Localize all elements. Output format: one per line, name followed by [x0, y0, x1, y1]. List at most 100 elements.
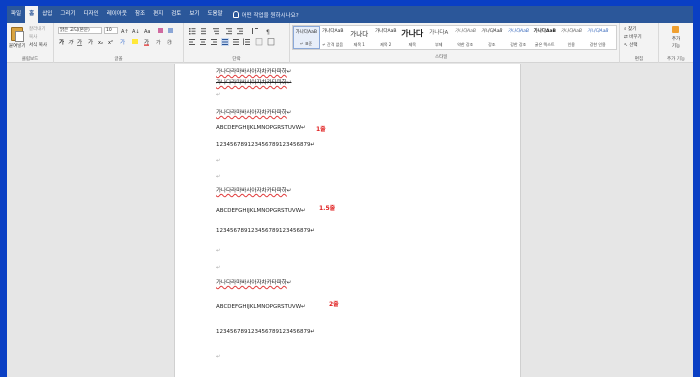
- doc-line-ko-2: 가나다라마바사아자차카타파하↵: [216, 280, 292, 286]
- select-button[interactable]: ↖ 선택: [624, 42, 637, 48]
- grow-font-icon[interactable]: A↑: [121, 29, 129, 35]
- style-title[interactable]: 가나다 제목: [399, 26, 426, 49]
- align-center-icon[interactable]: [200, 39, 206, 45]
- cut-button[interactable]: 잘라내기: [29, 26, 46, 32]
- tab-references[interactable]: 참조: [131, 6, 149, 23]
- increase-indent-icon[interactable]: [237, 28, 243, 35]
- tab-home[interactable]: 홈: [25, 6, 39, 23]
- text-effects-icon[interactable]: 가: [120, 38, 125, 46]
- font-label: 글꼴: [114, 57, 123, 62]
- bullets-icon[interactable]: [189, 28, 196, 35]
- replace-label: 바꾸기: [629, 35, 642, 40]
- tab-mailings[interactable]: 편지: [149, 6, 167, 23]
- spacing-note-2: 2줄: [329, 301, 339, 308]
- document-area: 가나다라마바사아자차카타파하↵ 가나다라마바사아자차카타파하↵ ↵ 가나다라마바…: [7, 64, 693, 377]
- tab-view[interactable]: 보기: [185, 6, 203, 23]
- find-button[interactable]: ⌕ 찾기: [624, 26, 636, 32]
- tab-draw[interactable]: 그리기: [56, 6, 79, 23]
- addins-line1: 추가: [671, 37, 681, 42]
- clipboard-group: 붙여넣기 잘라내기 복사 서식 복사 클립보드: [7, 23, 54, 63]
- tab-file[interactable]: 파일: [7, 6, 25, 23]
- decrease-indent-icon[interactable]: [226, 28, 232, 35]
- lightbulb-icon: [232, 11, 239, 18]
- strikethrough-icon[interactable]: 가: [88, 38, 93, 46]
- paragraph-mark: ↵: [216, 174, 221, 180]
- doc-line-top: 가나다라마바사아자차카타파하↵: [216, 69, 292, 75]
- style-intense-emphasis[interactable]: 가나다AaB 강한 강조: [505, 26, 532, 49]
- replace-button[interactable]: ⇄ 바꾸기: [624, 34, 642, 40]
- paste-icon[interactable]: [11, 27, 24, 42]
- tab-help[interactable]: 도움말: [203, 6, 226, 23]
- italic-icon[interactable]: 가: [68, 39, 74, 46]
- highlight-icon[interactable]: [132, 39, 138, 44]
- bold-icon[interactable]: 가: [59, 38, 64, 46]
- style-no-spacing[interactable]: 가나다AaB ↵ 간격 없음: [320, 26, 347, 49]
- align-left-icon[interactable]: [189, 39, 195, 45]
- paragraph-mark: ↵: [216, 92, 221, 98]
- phonetic-guide-icon[interactable]: [168, 28, 173, 33]
- clipboard-label: 클립보드: [21, 57, 39, 62]
- font-size-combo[interactable]: 10: [104, 27, 118, 34]
- underline-icon[interactable]: 가: [77, 38, 82, 46]
- tab-review[interactable]: 검토: [167, 6, 185, 23]
- doc-line-num-2: 123456789123456789123456879↵: [216, 329, 316, 335]
- doc-line-strike: 가나다라마바사아자차카타파하↵: [216, 80, 292, 86]
- style-heading-1[interactable]: 가나다 제목 1: [346, 26, 373, 49]
- char-border-icon[interactable]: ㉮: [167, 39, 172, 46]
- multilevel-list-icon[interactable]: [213, 28, 219, 35]
- doc-line-en-1: ABCDEFGHIJKLMNOPGRSTUVW↵: [216, 125, 306, 131]
- style-strong[interactable]: 가나다AaB 굵은 텍스트: [532, 26, 559, 49]
- editing-label: 편집: [634, 57, 644, 62]
- numbering-icon[interactable]: [201, 28, 206, 35]
- style-heading-2[interactable]: 가나다AaB 제목 2: [373, 26, 400, 49]
- addins-line2: 기능: [671, 44, 681, 49]
- copy-button[interactable]: 복사: [29, 34, 37, 40]
- doc-line-en-2: ABCDEFGHIJKLMNOPGRSTUVW↵: [216, 304, 306, 310]
- style-subtitle[interactable]: 가나다A 부제: [426, 26, 453, 49]
- line-spacing-icon[interactable]: [243, 38, 250, 46]
- shading-icon[interactable]: [255, 38, 263, 46]
- tell-me-box[interactable]: 어떤 작업을 원하시나요?: [232, 11, 299, 19]
- char-shading-icon[interactable]: 가: [156, 39, 161, 46]
- shrink-font-icon[interactable]: A↓: [132, 29, 140, 35]
- borders-icon[interactable]: [267, 38, 275, 46]
- addins-group: 추가 기능 추가 기능: [659, 23, 693, 63]
- clear-format-icon[interactable]: [158, 28, 163, 33]
- doc-line-num-15: 123456789123456789123456879↵: [216, 228, 316, 234]
- subscript-icon[interactable]: x₂: [98, 40, 103, 46]
- doc-line-en-15: ABCDEFGHIJKLMNOPGRSTUVW↵: [216, 208, 306, 214]
- tab-layout[interactable]: 레이아웃: [103, 6, 131, 23]
- addins-label: 추가 기능: [667, 57, 685, 62]
- doc-line-ko-15: 가나다라마바사아자차카타파하↵: [216, 188, 292, 194]
- styles-gallery: 가나다AaB ↵ 표준 가나다AaB ↵ 간격 없음 가나다 제목 1 가나다A…: [292, 25, 617, 50]
- font-format-tools: 가 가 가 가 x₂ x² 가 가 가 ㉮: [59, 38, 172, 46]
- style-quote[interactable]: 가나다AaB 인용: [558, 26, 585, 49]
- style-emphasis[interactable]: 가나다AaB 강조: [479, 26, 506, 49]
- format-painter-button[interactable]: 서식 복사: [29, 42, 47, 48]
- justify-icon[interactable]: [221, 38, 229, 46]
- tab-design[interactable]: 디자인: [80, 6, 103, 23]
- document-page[interactable]: 가나다라마바사아자차카타파하↵ 가나다라마바사아자차카타파하↵ ↵ 가나다라마바…: [174, 64, 521, 377]
- addins-icon[interactable]: [672, 26, 679, 33]
- change-case-icon[interactable]: Aa: [144, 29, 150, 35]
- paragraph-mark: ↵: [216, 354, 221, 360]
- font-name-combo[interactable]: 맑은 고딕(본문): [58, 27, 102, 34]
- paste-button[interactable]: 붙여넣기: [9, 43, 26, 49]
- paragraph-mark: ↵: [216, 158, 221, 164]
- align-right-icon[interactable]: [211, 39, 217, 45]
- paragraph-mark: ↵: [216, 265, 221, 271]
- doc-line-ko-1: 가나다라마바사아자차카타파하↵: [216, 110, 292, 116]
- sort-icon[interactable]: [252, 28, 258, 34]
- spacing-note-15: 1.5줄: [319, 205, 336, 212]
- font-color-bar: [144, 44, 149, 46]
- style-normal[interactable]: 가나다AaB ↵ 표준: [293, 26, 320, 49]
- style-intense-quote[interactable]: 가나다AaB 강한 인용: [585, 26, 612, 49]
- tab-insert[interactable]: 삽입: [38, 6, 56, 23]
- superscript-icon[interactable]: x²: [108, 40, 113, 46]
- paragraph-label: 단락: [232, 57, 241, 62]
- style-subtle-emphasis[interactable]: 가나다AaB 약한 강조: [452, 26, 479, 49]
- paragraph-tools: ¶: [189, 28, 275, 46]
- editing-group: ⌕ 찾기 ⇄ 바꾸기 ↖ 선택 편집: [619, 23, 659, 63]
- show-marks-icon[interactable]: ¶: [266, 29, 270, 36]
- distributed-icon[interactable]: [233, 39, 239, 45]
